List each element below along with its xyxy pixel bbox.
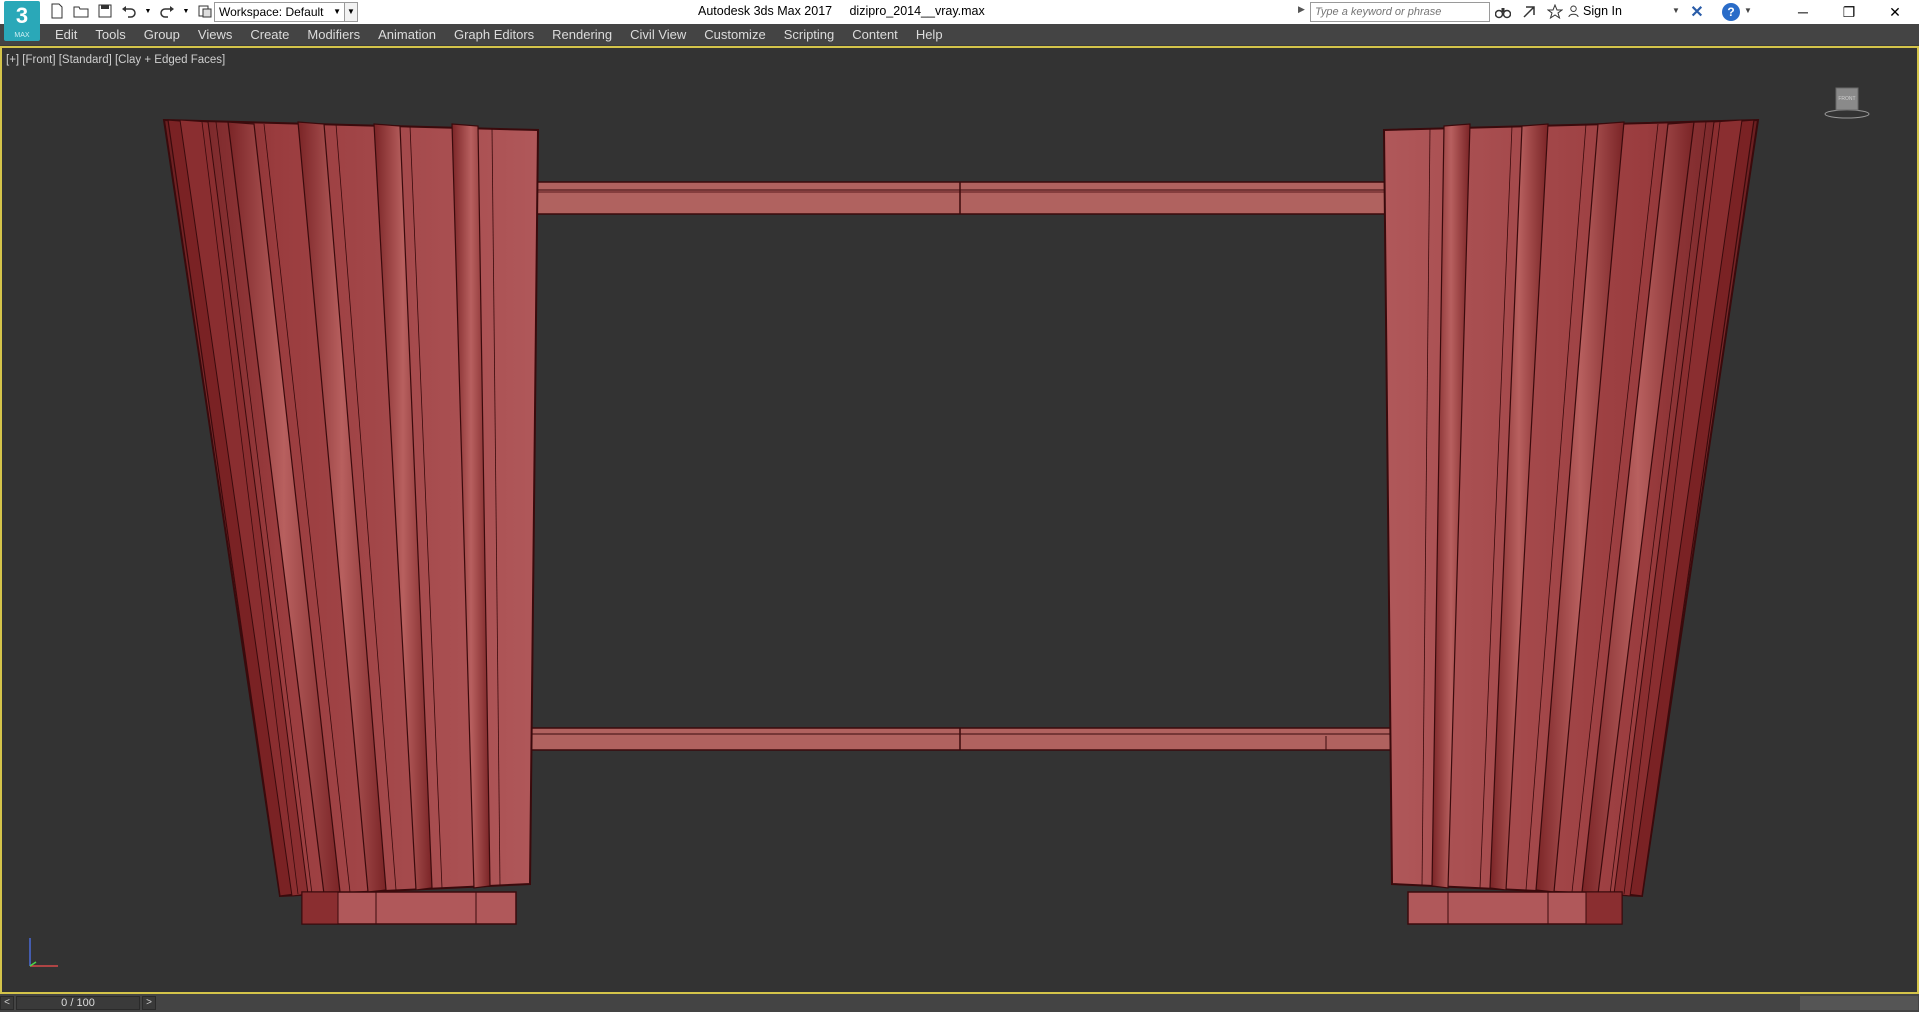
time-slider-next-button[interactable]: > [142,996,156,1010]
quick-access-toolbar: ▼ ▼ [48,2,214,20]
window-title: Autodesk 3ds Max 2017 dizipro_2014__vray… [698,4,985,18]
axis-tripod-icon [29,938,58,967]
app-logo-icon[interactable]: 3 MAX [4,1,40,41]
menu-create[interactable]: Create [241,24,298,46]
user-icon [1568,5,1579,17]
workspace-customize-button[interactable]: ▼ [344,2,358,22]
help-dropdown-icon[interactable]: ▼ [1744,6,1752,15]
infocenter-toolbar [1494,2,1564,22]
sign-in-button[interactable]: Sign In [1568,4,1622,18]
menu-graph-editors[interactable]: Graph Editors [445,24,543,46]
viewcube-icon[interactable]: FRONT [1822,84,1872,124]
menu-scripting[interactable]: Scripting [775,24,844,46]
menu-bar: Edit Tools Group Views Create Modifiers … [0,24,1919,46]
menu-rendering[interactable]: Rendering [543,24,621,46]
viewport-label[interactable]: [+] [Front] [Standard] [Clay + Edged Fac… [6,54,225,66]
autodesk-exchange-icon[interactable]: ✕ [1686,2,1708,22]
close-button[interactable]: ✕ [1872,0,1918,24]
chevron-down-icon[interactable]: ▼ [1672,6,1680,15]
undo-dropdown-icon[interactable]: ▼ [144,2,152,20]
workspace-label: Workspace: Default [219,5,324,19]
binoculars-icon[interactable] [1494,2,1512,22]
menu-views[interactable]: Views [189,24,241,46]
chevron-down-icon: ▼ [333,7,341,16]
menu-tools[interactable]: Tools [86,24,134,46]
subscription-icon[interactable] [1520,2,1538,22]
time-slider-prev-button[interactable]: < [0,996,14,1010]
right-curtain[interactable] [1382,118,1760,925]
open-file-icon[interactable] [72,2,90,20]
project-folder-icon[interactable] [196,2,214,20]
minimize-button[interactable]: ─ [1780,0,1826,24]
workspace-dropdown[interactable]: Workspace: Default ▼ [214,2,346,22]
undo-icon[interactable] [120,2,138,20]
menu-edit[interactable]: Edit [46,24,86,46]
new-file-icon[interactable] [48,2,66,20]
search-expand-icon[interactable]: ▶ [1298,4,1305,15]
help-icon[interactable]: ? [1722,3,1740,21]
time-slider-track[interactable] [156,996,1796,1010]
title-bar: 3 MAX ▼ ▼ Workspace: Default ▼ ▼ Autodes… [0,0,1919,41]
redo-icon[interactable] [158,2,176,20]
time-slider[interactable]: 0 / 100 [16,996,140,1010]
menu-group[interactable]: Group [135,24,189,46]
search-field[interactable] [1310,2,1490,22]
viewcube-face-label: FRONT [1838,96,1856,102]
app-logo-text: 3 [15,3,29,28]
top-curtain-rod[interactable] [533,181,1387,215]
sign-in-label: Sign In [1583,4,1622,18]
bottom-curtain-rod[interactable] [527,727,1395,751]
app-logo-subtext: MAX [14,32,30,39]
front-viewport[interactable]: [+] [Front] [Standard] [Clay + Edged Fac… [0,46,1919,994]
left-curtain[interactable] [162,118,540,925]
time-slider-scrollbar[interactable] [1800,996,1918,1010]
search-input[interactable] [1311,3,1489,21]
menu-customize[interactable]: Customize [695,24,774,46]
menu-modifiers[interactable]: Modifiers [298,24,369,46]
scene-render[interactable] [2,48,1917,992]
redo-dropdown-icon[interactable]: ▼ [182,2,190,20]
menu-content[interactable]: Content [843,24,907,46]
save-file-icon[interactable] [96,2,114,20]
time-slider-bar: < 0 / 100 > [0,994,1919,1012]
star-icon[interactable] [1546,2,1564,22]
restore-button[interactable]: ❐ [1826,0,1872,24]
menu-animation[interactable]: Animation [369,24,445,46]
menu-help[interactable]: Help [907,24,952,46]
menu-civil-view[interactable]: Civil View [621,24,695,46]
